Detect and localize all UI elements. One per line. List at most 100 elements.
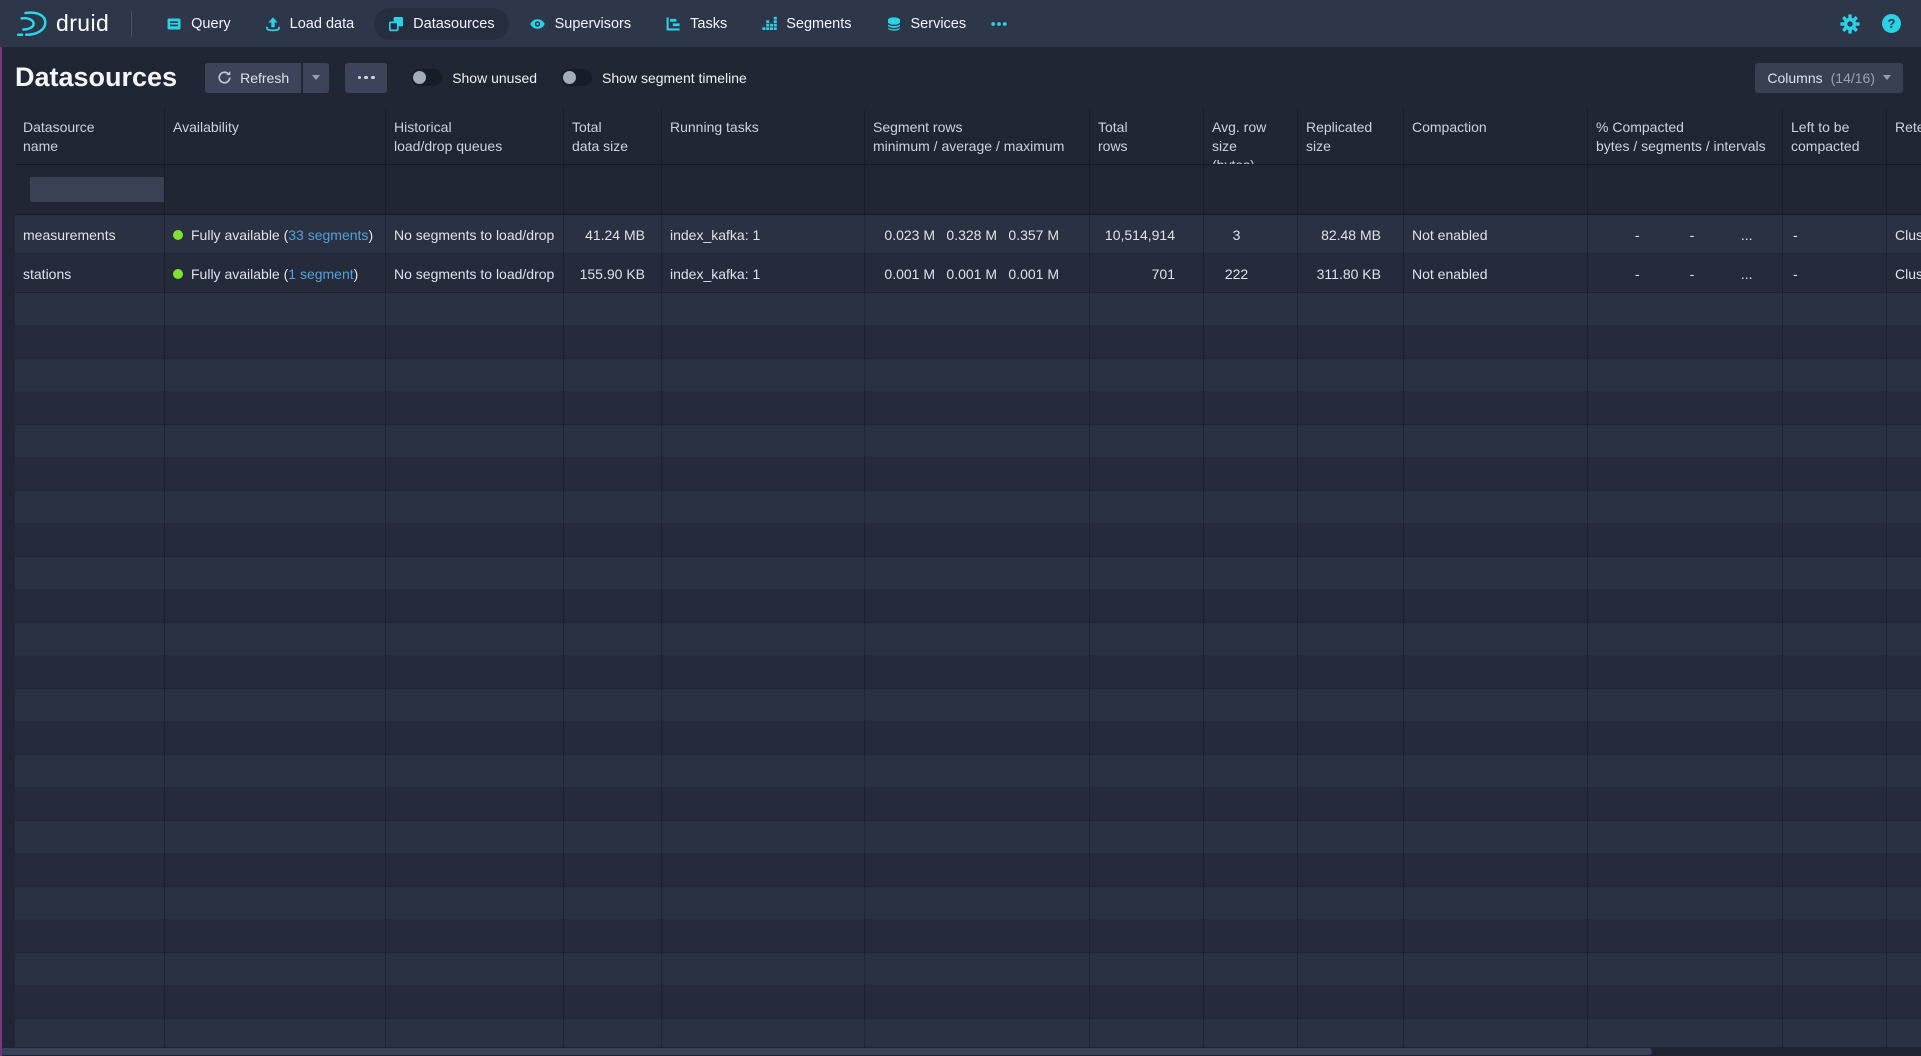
empty-cell	[1090, 920, 1204, 953]
column-header-left_to_be_compacted[interactable]: Left to becompacted	[1783, 108, 1887, 164]
empty-cell	[1783, 722, 1887, 755]
empty-cell	[1090, 557, 1204, 590]
nav-item-segments[interactable]: Segments	[747, 8, 865, 40]
empty-cell	[165, 392, 386, 425]
show-unused-toggle[interactable]: Show unused	[411, 69, 537, 86]
empty-cell	[662, 887, 865, 920]
empty-cell	[865, 326, 1090, 359]
datasource-name-filter-input[interactable]	[29, 176, 165, 203]
empty-cell	[662, 689, 865, 722]
segments-link[interactable]: 1 segment	[288, 266, 353, 282]
gear-icon[interactable]	[1840, 14, 1860, 34]
empty-cell	[165, 590, 386, 623]
empty-cell	[564, 854, 662, 887]
empty-row	[15, 755, 1921, 788]
empty-cell	[1887, 557, 1921, 590]
nav-more-button[interactable]	[980, 8, 1018, 40]
empty-cell	[865, 425, 1090, 458]
empty-cell	[386, 425, 564, 458]
nav-item-supervisors[interactable]: Supervisors	[515, 8, 646, 40]
empty-cell	[1887, 458, 1921, 491]
empty-cell	[662, 788, 865, 821]
nav-item-services[interactable]: Services	[872, 8, 981, 40]
empty-cell	[165, 326, 386, 359]
empty-cell	[1404, 821, 1588, 854]
empty-cell	[1090, 986, 1204, 1019]
column-header-total_rows[interactable]: Totalrows	[1090, 108, 1204, 164]
column-header-historical[interactable]: Historicalload/drop queues	[386, 108, 564, 164]
column-header-total_data_size[interactable]: Totaldata size	[564, 108, 662, 164]
table-header-row: DatasourcenameAvailabilityHistoricalload…	[15, 108, 1921, 165]
table-row-measurements[interactable]: measurementsFully available (33 segments…	[15, 215, 1921, 254]
empty-cell	[1090, 689, 1204, 722]
druid-logo[interactable]: druid	[16, 10, 109, 38]
refresh-interval-button[interactable]	[303, 63, 329, 93]
column-header-running_tasks[interactable]: Running tasks	[662, 108, 865, 164]
table-row-stations[interactable]: stationsFully available (1 segment)No se…	[15, 254, 1921, 293]
empty-cell	[1887, 821, 1921, 854]
more-actions-button[interactable]	[345, 63, 387, 93]
columns-button[interactable]: Columns (14/16)	[1755, 63, 1903, 93]
empty-cell	[386, 293, 564, 326]
empty-cell	[1204, 359, 1298, 392]
horizontal-scrollbar[interactable]	[0, 1047, 1921, 1056]
column-header-pct_compacted[interactable]: % Compactedbytes / segments / intervals	[1588, 108, 1783, 164]
empty-cell	[15, 425, 165, 458]
empty-cell	[1588, 821, 1783, 854]
empty-cell	[1588, 689, 1783, 722]
more-icon	[990, 16, 1008, 32]
help-icon[interactable]	[1882, 14, 1901, 33]
empty-cell	[15, 293, 165, 326]
empty-cell	[662, 524, 865, 557]
refresh-button[interactable]: Refresh	[205, 63, 301, 93]
nav-item-tasks[interactable]: Tasks	[651, 8, 741, 40]
refresh-label: Refresh	[240, 70, 289, 86]
empty-cell	[15, 887, 165, 920]
empty-cell	[1204, 920, 1298, 953]
column-header-retention[interactable]: Retention	[1887, 108, 1921, 164]
empty-cell	[865, 821, 1090, 854]
column-header-replicated_size[interactable]: Replicatedsize	[1298, 108, 1404, 164]
empty-cell	[1783, 920, 1887, 953]
empty-cell	[165, 986, 386, 1019]
empty-cell	[1090, 458, 1204, 491]
empty-cell	[662, 590, 865, 623]
filter-cell-name	[15, 165, 165, 214]
filter-cell-running_tasks	[662, 165, 865, 214]
empty-cell	[662, 722, 865, 755]
empty-cell	[865, 524, 1090, 557]
empty-cell	[1404, 359, 1588, 392]
empty-cell	[1298, 656, 1404, 689]
top-nav: druid QueryLoad dataDatasourcesSuperviso…	[0, 0, 1921, 47]
cell-retention: Cluster default	[1887, 254, 1921, 293]
column-header-name[interactable]: Datasourcename	[15, 108, 165, 164]
column-header-avg_row_size[interactable]: Avg. row size(bytes)	[1204, 108, 1298, 164]
empty-cell	[564, 821, 662, 854]
nav-item-load-data[interactable]: Load data	[251, 8, 369, 40]
scrollbar-thumb[interactable]	[0, 1048, 1652, 1055]
empty-cell	[865, 722, 1090, 755]
empty-cell	[1298, 920, 1404, 953]
empty-row	[15, 689, 1921, 722]
empty-row	[15, 557, 1921, 590]
empty-cell	[15, 920, 165, 953]
segments-link[interactable]: 33 segments	[288, 227, 368, 243]
empty-cell	[165, 755, 386, 788]
cell-avg_row_size: 3	[1204, 215, 1298, 254]
cell-left_to_be_compacted: -	[1783, 215, 1887, 254]
column-header-compaction[interactable]: Compaction	[1404, 108, 1588, 164]
empty-cell	[165, 722, 386, 755]
column-header-availability[interactable]: Availability	[165, 108, 386, 164]
empty-cell	[1588, 887, 1783, 920]
show-segment-timeline-toggle[interactable]: Show segment timeline	[561, 69, 747, 86]
nav-item-query[interactable]: Query	[152, 8, 245, 40]
empty-cell	[865, 623, 1090, 656]
empty-cell	[165, 656, 386, 689]
cell-segment_rows: 0.001 M0.001 M0.001 M	[865, 254, 1090, 293]
empty-cell	[1588, 656, 1783, 689]
empty-cell	[1404, 524, 1588, 557]
empty-cell	[386, 986, 564, 1019]
nav-item-datasources[interactable]: Datasources	[374, 8, 508, 40]
column-header-segment_rows[interactable]: Segment rowsminimum / average / maximum	[865, 108, 1090, 164]
empty-cell	[1090, 524, 1204, 557]
